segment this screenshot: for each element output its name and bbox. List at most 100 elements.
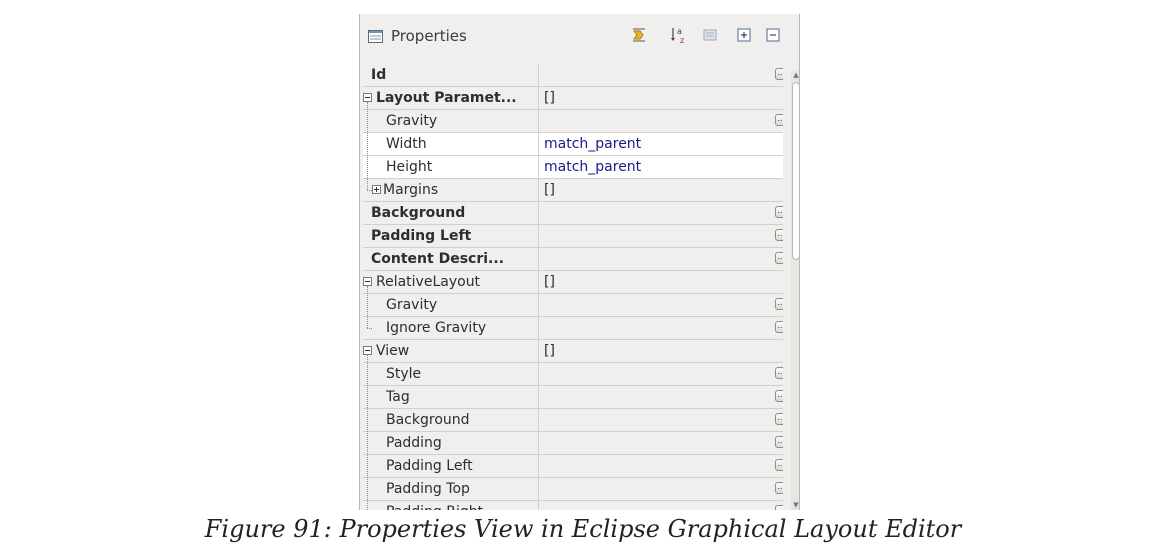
ellipsis-button[interactable]: ... — [775, 252, 783, 264]
show-advanced-properties-icon — [633, 28, 645, 42]
column-divider — [538, 202, 539, 224]
svg-text:a: a — [677, 27, 682, 36]
property-value[interactable]: match_parent — [544, 133, 641, 155]
show-advanced-properties-button[interactable] — [630, 26, 648, 44]
column-divider — [538, 133, 539, 155]
panel-title: Properties — [391, 27, 467, 45]
column-divider — [538, 110, 539, 132]
ellipsis-button[interactable]: ... — [775, 482, 783, 494]
property-name: Height — [386, 159, 433, 175]
column-divider — [538, 386, 539, 408]
property-name: Padding Left — [386, 458, 473, 474]
sort-alphabetically-button[interactable]: a z — [670, 26, 688, 44]
ellipsis-button[interactable]: ... — [775, 436, 783, 448]
property-row[interactable]: Width match_parent — [363, 133, 783, 156]
column-divider — [538, 179, 539, 201]
property-row[interactable]: Margins [] — [363, 179, 783, 202]
property-row[interactable]: Tag... — [363, 386, 783, 409]
property-name: RelativeLayout — [376, 274, 481, 290]
property-row[interactable]: Background... — [363, 202, 783, 225]
ellipsis-button[interactable]: ... — [775, 367, 783, 379]
ellipsis-button[interactable]: ... — [775, 413, 783, 425]
ellipsis-button[interactable]: ... — [775, 68, 783, 80]
ellipsis-button[interactable]: ... — [775, 459, 783, 471]
scroll-down-icon[interactable]: ▼ — [792, 501, 799, 509]
svg-text:z: z — [680, 36, 684, 44]
figure-caption: Figure 91: Properties View in Eclipse Gr… — [204, 515, 962, 543]
property-row[interactable]: Padding Left... — [363, 225, 783, 248]
tree-line — [367, 190, 372, 191]
collapse-icon[interactable] — [363, 93, 372, 102]
property-row[interactable]: Height match_parent — [363, 156, 783, 179]
column-divider — [538, 363, 539, 385]
property-name: Tag — [386, 389, 410, 405]
property-name: View — [376, 343, 410, 359]
collapse-icon[interactable] — [363, 346, 372, 355]
ellipsis-button[interactable]: ... — [775, 298, 783, 310]
property-name: Width — [386, 136, 427, 152]
ellipsis-button[interactable]: ... — [775, 206, 783, 218]
property-row[interactable]: Gravity... — [363, 110, 783, 133]
property-name: Padding — [386, 435, 442, 451]
property-value[interactable]: [] — [544, 340, 555, 362]
column-divider — [538, 248, 539, 270]
property-row[interactable]: Layout Paramet... [] — [363, 87, 783, 110]
column-divider — [538, 294, 539, 316]
collapse-all-button[interactable] — [764, 26, 782, 44]
property-value[interactable]: [] — [544, 87, 555, 109]
expand-all-button[interactable] — [735, 26, 753, 44]
column-divider — [538, 156, 539, 178]
restore-default-icon — [703, 29, 717, 41]
column-divider — [538, 432, 539, 454]
property-name: Layout Paramet... — [376, 90, 517, 106]
column-divider — [538, 409, 539, 431]
collapse-icon[interactable] — [363, 277, 372, 286]
expand-icon[interactable] — [372, 185, 381, 194]
property-table: Id...Layout Paramet...[]Gravity...Widthm… — [363, 64, 783, 510]
tree-line — [367, 355, 368, 510]
panel-header: Properties — [360, 14, 799, 58]
property-row[interactable]: Padding... — [363, 432, 783, 455]
property-name: Margins — [383, 182, 439, 198]
ellipsis-button[interactable]: ... — [775, 390, 783, 402]
sort-alphabetically-icon: a z — [671, 27, 684, 44]
ellipsis-button[interactable]: ... — [775, 114, 783, 126]
column-divider — [538, 501, 539, 510]
property-name: Ignore Gravity — [386, 320, 487, 336]
property-row[interactable]: RelativeLayout [] — [363, 271, 783, 294]
tree-line — [367, 328, 372, 329]
property-name: Content Descri... — [371, 251, 504, 267]
property-row[interactable]: Content Descri...... — [363, 248, 783, 271]
expand-all-icon — [737, 28, 751, 42]
restore-default-button[interactable] — [701, 26, 719, 44]
property-row[interactable]: Ignore Gravity... — [363, 317, 783, 340]
property-row[interactable]: Padding Left... — [363, 455, 783, 478]
scroll-up-icon[interactable]: ▲ — [792, 71, 799, 79]
column-divider — [538, 478, 539, 500]
ellipsis-button[interactable]: ... — [775, 229, 783, 241]
property-name: Background — [371, 205, 466, 221]
property-name: Gravity — [386, 113, 438, 129]
property-value[interactable]: [] — [544, 271, 555, 293]
ellipsis-button[interactable]: ... — [775, 505, 783, 510]
scrollbar-thumb[interactable] — [792, 82, 799, 260]
properties-panel: Properties a z Id .. Layout Paramet... [… — [359, 14, 800, 510]
property-value[interactable]: [] — [544, 179, 555, 201]
property-value[interactable]: match_parent — [544, 156, 641, 178]
column-divider — [538, 87, 539, 109]
property-row[interactable]: Gravity... — [363, 294, 783, 317]
property-row[interactable]: Padding Top... — [363, 478, 783, 501]
property-row[interactable]: View [] — [363, 340, 783, 363]
property-row[interactable]: Style... — [363, 363, 783, 386]
property-row[interactable]: Id... — [363, 64, 783, 87]
column-divider — [538, 225, 539, 247]
property-name: Padding Top — [386, 481, 470, 497]
property-row[interactable]: Padding Right... — [363, 501, 783, 510]
properties-view-icon — [368, 29, 383, 43]
column-divider — [538, 317, 539, 339]
column-divider — [538, 340, 539, 362]
property-row[interactable]: Background... — [363, 409, 783, 432]
collapse-all-icon — [766, 28, 780, 42]
vertical-scrollbar[interactable]: ▲ ▼ — [791, 70, 799, 510]
ellipsis-button[interactable]: ... — [775, 321, 783, 333]
